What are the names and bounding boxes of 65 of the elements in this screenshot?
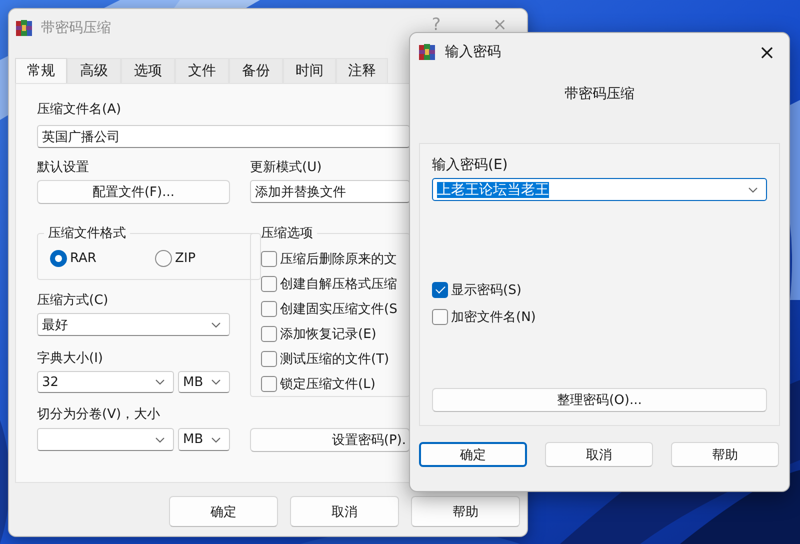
chevron-down-icon [748,186,758,192]
checkbox-label: 加密文件名(N) [451,309,536,326]
unit-dropdown[interactable]: MB [178,371,230,393]
field-label: 字典大小(I) [37,351,104,367]
window-title: 输入密码 [445,43,502,61]
set-password-button[interactable]: 设置密码(P). [250,428,410,452]
tab[interactable]: 选项 [121,58,175,83]
organize-passwords-button[interactable]: 整理密码(O)... [432,388,767,412]
field-label: 输入密码(E) [432,157,509,173]
checkbox-label: 测试压缩的文件(T) [280,351,390,368]
field-label: 压缩方式(C) [37,293,110,309]
dictionary-size-dropdown[interactable]: 32 [37,371,174,393]
unit-dropdown[interactable]: MB [178,428,230,451]
help-button[interactable]: 帮助 [411,496,520,527]
chevron-down-icon [211,379,221,385]
radio-label: RAR [70,251,96,266]
tab[interactable]: 文件 [175,58,229,83]
checkbox-label: 创建自解压格式压缩 [280,276,397,293]
tab[interactable]: 时间 [283,58,336,83]
checkbox[interactable] [261,376,277,392]
checkbox[interactable] [261,276,277,292]
group-title: 压缩选项 [260,225,314,242]
checkbox[interactable] [261,351,277,367]
books-icon [15,18,33,36]
compression-method-dropdown[interactable]: 最好 [37,313,230,336]
checkbox[interactable] [261,251,277,267]
ok-button[interactable]: 确定 [169,496,278,527]
checkbox[interactable] [432,309,448,325]
field-label: 压缩文件名(A) [37,102,122,118]
update-mode-dropdown[interactable]: 添加并替换文件 [250,180,410,203]
chevron-down-icon [211,436,221,442]
profiles-button[interactable]: 配置文件(F)... [37,180,230,204]
window-title: 带密码压缩 [41,18,112,36]
radio-label: ZIP [175,251,196,266]
password-field[interactable]: 上老王论坛当老王 [432,178,767,201]
help-button[interactable]: 帮助 [671,442,779,467]
group-title: 压缩文件格式 [47,225,127,242]
ok-button[interactable]: 确定 [419,442,527,467]
checkbox[interactable] [261,301,277,317]
cancel-button[interactable]: 取消 [290,496,399,527]
books-icon [418,43,436,61]
checkbox-label: 显示密码(S) [451,282,522,299]
cancel-button[interactable]: 取消 [545,442,653,467]
checkbox-label: 锁定压缩文件(L) [280,376,376,393]
field-label: 更新模式(U) [250,160,323,176]
chevron-down-icon [155,379,165,385]
checkbox[interactable] [432,282,448,298]
tab[interactable]: 备份 [229,58,283,83]
archive-name-field[interactable]: 英国广播公司 [37,125,410,148]
checkbox-label: 创建固实压缩文件(S [280,301,398,318]
checkbox-label: 添加恢复记录(E) [280,326,376,343]
checkbox-label: 压缩后删除原来的文 [280,251,397,268]
radio-button[interactable] [155,250,172,267]
chevron-down-icon [211,322,221,328]
dialog-subtitle: 带密码压缩 [564,85,636,103]
chevron-down-icon [155,436,165,442]
tab[interactable]: 常规 [15,58,67,83]
checkbox[interactable] [261,326,277,342]
tab[interactable]: 注释 [336,58,388,83]
field-label: 默认设置 [37,160,90,176]
volume-size-dropdown[interactable] [37,428,174,451]
tab[interactable]: 高级 [67,58,121,83]
close-button[interactable]: × [745,40,789,64]
radio-button[interactable] [50,250,67,267]
field-label: 切分为分卷(V)，大小 [37,407,162,423]
